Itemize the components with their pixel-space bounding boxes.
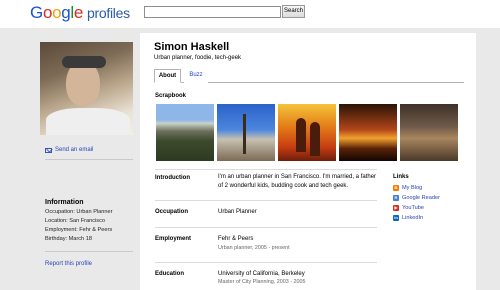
- top-bar: Google profiles Search: [0, 0, 500, 28]
- row-divider: [155, 200, 377, 201]
- logo-letter-o2: o: [52, 3, 62, 22]
- information-heading: Information: [45, 199, 84, 206]
- row-value-occupation: Urban Planner: [218, 209, 257, 215]
- links-heading: Links: [393, 174, 409, 180]
- row-label-occupation: Occupation: [155, 209, 189, 215]
- tab-buzz[interactable]: Buzz: [184, 69, 208, 83]
- tab-about[interactable]: About: [154, 69, 181, 83]
- row-sub-education: Master of City Planning, 2003 - 2005: [218, 279, 306, 285]
- youtube-icon: ▶: [393, 205, 399, 211]
- link-label: LinkedIn: [402, 215, 424, 221]
- link-google-reader[interactable]: R Google Reader: [393, 195, 440, 201]
- link-youtube[interactable]: ▶ YouTube: [393, 205, 424, 211]
- row-label-education: Education: [155, 271, 185, 277]
- profile-photo: [40, 42, 133, 135]
- row-sub-employment: Urban planner, 2005 - present: [218, 245, 290, 251]
- sidebar-divider: [45, 251, 133, 252]
- row-value-introduction: I'm an urban planner in San Francisco. I…: [218, 174, 377, 189]
- link-linkedin[interactable]: in LinkedIn: [393, 215, 423, 221]
- profile-name: Simon Haskell: [154, 41, 230, 53]
- logo-letter-o1: o: [42, 3, 53, 22]
- row-divider: [155, 262, 377, 263]
- photo-tree: [243, 114, 246, 154]
- search-input[interactable]: [144, 6, 281, 18]
- row-value-employment: Fehr & Peers: [218, 236, 254, 242]
- google-profiles-logo[interactable]: Google profiles: [30, 3, 130, 23]
- profile-tagline: Urban planner, foodie, tech-geek: [154, 55, 242, 61]
- photo-figure: [296, 118, 306, 152]
- info-location: Location: San Francisco: [45, 218, 106, 224]
- info-employment: Employment: Fehr & Peers: [45, 227, 113, 233]
- photo-goggles: [62, 56, 106, 68]
- send-email-label: Send an email: [55, 147, 94, 153]
- logo-letter-e: e: [73, 3, 84, 22]
- linkedin-icon: in: [393, 215, 399, 221]
- blogger-icon: B: [393, 185, 399, 191]
- info-occupation: Occupation: Urban Planner: [45, 209, 113, 215]
- row-value-education: University of California, Berkeley: [218, 271, 305, 277]
- mail-icon: [45, 147, 52, 153]
- search-button[interactable]: Search: [282, 5, 305, 18]
- scrapbook-photo[interactable]: [217, 104, 275, 161]
- link-label: My Blog: [402, 185, 423, 191]
- scrapbook-photo[interactable]: [156, 104, 214, 161]
- scrapbook-photo[interactable]: [400, 104, 458, 161]
- row-divider: [155, 227, 377, 228]
- profile-tabs: About Buzz: [154, 69, 464, 83]
- logo-profiles-text: profiles: [87, 5, 130, 21]
- row-divider: [155, 169, 377, 170]
- link-my-blog[interactable]: B My Blog: [393, 185, 422, 191]
- photo-shirt: [46, 108, 130, 135]
- send-email-link[interactable]: Send an email: [45, 147, 93, 153]
- logo-letter-g: G: [30, 3, 43, 22]
- sidebar-divider: [45, 159, 133, 160]
- scrapbook-heading: Scrapbook: [155, 93, 187, 99]
- scrapbook-photo[interactable]: [339, 104, 397, 161]
- link-label: YouTube: [402, 205, 424, 211]
- info-birthday: Birthday: March 18: [45, 236, 92, 242]
- google-reader-icon: R: [393, 195, 399, 201]
- photo-figure: [310, 122, 320, 156]
- row-label-introduction: Introduction: [155, 175, 190, 181]
- profile-main: Simon Haskell Urban planner, foodie, tec…: [140, 33, 476, 290]
- link-label: Google Reader: [402, 195, 440, 201]
- report-profile-link[interactable]: Report this profile: [45, 261, 92, 267]
- row-label-employment: Employment: [155, 236, 192, 242]
- profile-sidebar: Send an email Information Occupation: Ur…: [30, 33, 140, 290]
- scrapbook-photo[interactable]: [278, 104, 336, 161]
